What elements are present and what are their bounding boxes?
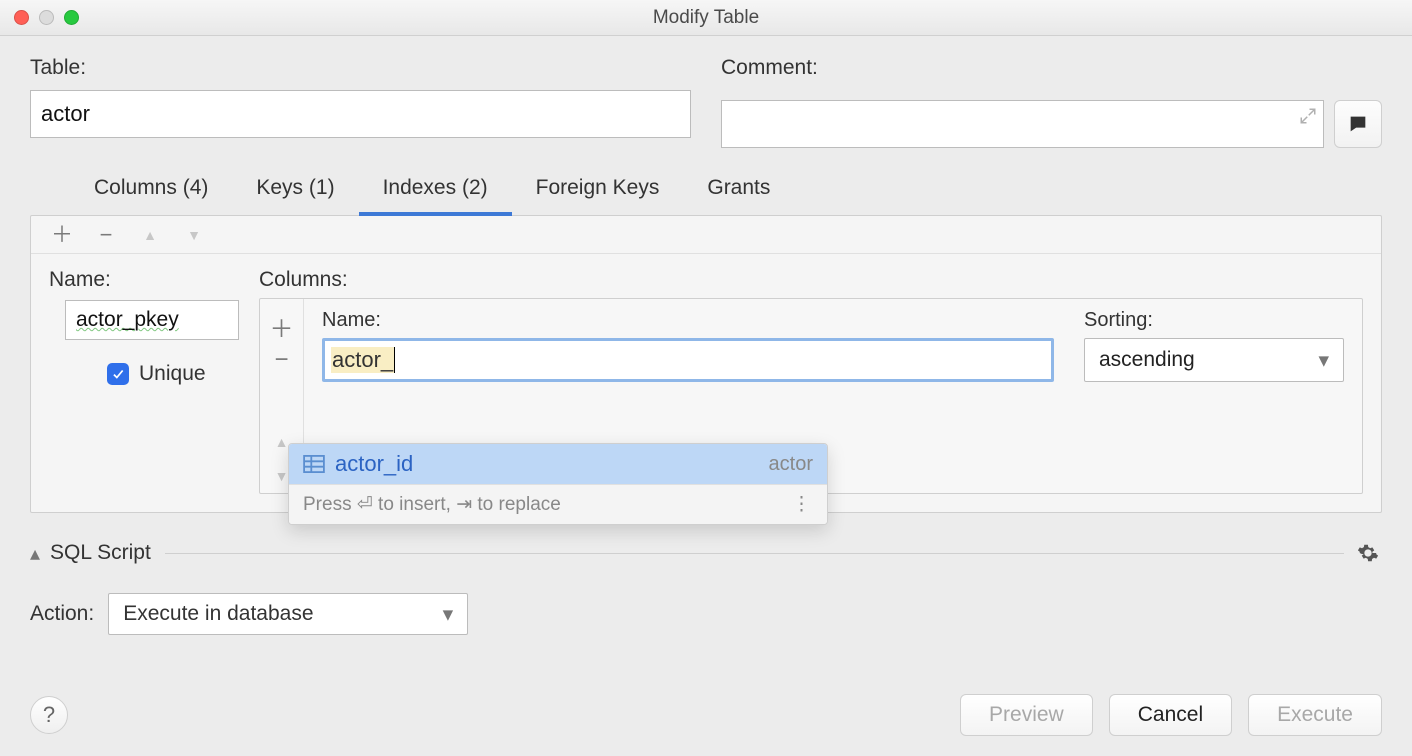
column-name-input-wrap[interactable]: actor_ (322, 338, 1054, 382)
remove-column-button[interactable]: − (268, 343, 296, 377)
unique-label: Unique (139, 362, 206, 386)
sorting-value: ascending (1099, 348, 1195, 372)
comment-input[interactable] (721, 100, 1324, 148)
table-name-input[interactable] (30, 90, 691, 138)
tab-keys[interactable]: Keys (1) (232, 170, 358, 216)
collapse-icon[interactable]: ▴ (30, 541, 40, 566)
index-name-label: Name: (49, 268, 239, 292)
sorting-select[interactable]: ascending ▾ (1084, 338, 1344, 382)
columns-label: Columns: (259, 268, 1363, 292)
table-label: Table: (30, 56, 691, 80)
dropdown-icon: ▾ (1318, 348, 1329, 373)
remove-index-button[interactable]: − (95, 224, 117, 246)
cancel-button[interactable]: Cancel (1109, 694, 1232, 736)
move-up-button: ▲ (139, 224, 161, 246)
column-name-highlighted: actor_ (331, 347, 394, 373)
settings-button[interactable] (1354, 539, 1382, 567)
tab-grants[interactable]: Grants (683, 170, 794, 216)
dialog-content: Table: Comment: Columns (4) (0, 36, 1412, 756)
add-index-button[interactable]: ＋ (51, 224, 73, 246)
text-caret (394, 347, 395, 373)
tab-columns[interactable]: Columns (4) (70, 170, 232, 216)
dropdown-icon: ▾ (443, 602, 454, 627)
preview-button: Preview (960, 694, 1093, 736)
tab-indexes[interactable]: Indexes (2) (359, 170, 512, 216)
sorting-label: Sorting: (1084, 309, 1344, 332)
panel-toolbar: ＋ − ▲ ▼ (31, 216, 1381, 254)
window-title: Modify Table (0, 7, 1412, 29)
autocomplete-suggestion: actor_id (335, 451, 413, 477)
tab-foreign-keys[interactable]: Foreign Keys (512, 170, 684, 216)
execute-button: Execute (1248, 694, 1382, 736)
modify-table-dialog: Modify Table Table: Comment: (0, 0, 1412, 756)
column-icon (303, 455, 325, 473)
action-select[interactable]: Execute in database ▾ (108, 593, 468, 635)
autocomplete-popup: actor_id actor Press ⏎ to insert, ⇥ to r… (288, 443, 828, 525)
add-column-button[interactable]: ＋ (268, 309, 296, 343)
action-value: Execute in database (123, 602, 313, 626)
expand-icon[interactable] (1299, 107, 1317, 130)
comment-label: Comment: (721, 56, 1382, 80)
titlebar: Modify Table (0, 0, 1412, 36)
move-down-button: ▼ (183, 224, 205, 246)
sql-script-label: SQL Script (50, 541, 151, 565)
index-name-input[interactable] (65, 300, 239, 340)
help-button[interactable]: ? (30, 696, 68, 734)
unique-checkbox[interactable] (107, 363, 129, 385)
tabs: Columns (4) Keys (1) Indexes (2) Foreign… (70, 170, 1382, 216)
divider (165, 553, 1344, 554)
more-icon[interactable]: ⋮ (792, 493, 813, 516)
column-name-label: Name: (322, 309, 1054, 332)
action-label: Action: (30, 602, 94, 626)
comment-button[interactable] (1334, 100, 1382, 148)
autocomplete-hint: Press ⏎ to insert, ⇥ to replace (303, 493, 561, 516)
autocomplete-table: actor (769, 453, 813, 476)
autocomplete-item[interactable]: actor_id actor (289, 444, 827, 484)
